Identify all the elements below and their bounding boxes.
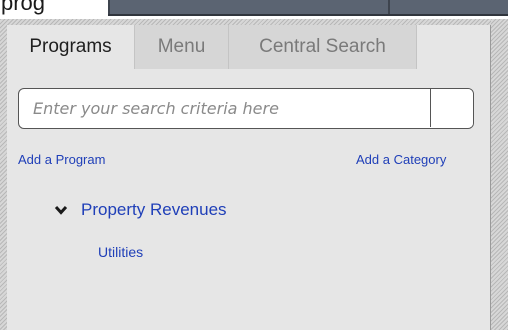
chevron-down-icon[interactable] bbox=[54, 204, 68, 216]
tree-child-utilities[interactable]: Utilities bbox=[98, 244, 143, 260]
programs-panel: Programs Menu Central Search Add a Progr… bbox=[7, 25, 490, 330]
frame-hatch-left bbox=[0, 19, 7, 330]
top-strip: prog bbox=[0, 0, 508, 19]
add-category-link[interactable]: Add a Category bbox=[356, 152, 446, 167]
add-program-link[interactable]: Add a Program bbox=[18, 152, 105, 167]
tab-strip-filler bbox=[417, 25, 490, 69]
splitter-handle[interactable] bbox=[491, 19, 508, 330]
top-nav-separator bbox=[388, 0, 390, 14]
search-button[interactable] bbox=[430, 89, 473, 127]
header-cut-text: prog bbox=[1, 0, 46, 15]
tab-menu[interactable]: Menu bbox=[135, 25, 229, 69]
tab-central-search[interactable]: Central Search bbox=[229, 25, 417, 69]
frame-right-edge bbox=[490, 25, 491, 330]
panel-tabs: Programs Menu Central Search bbox=[7, 25, 490, 69]
search-input[interactable] bbox=[19, 89, 430, 127]
tree-node-label: Property Revenues bbox=[81, 200, 227, 219]
tab-programs[interactable]: Programs bbox=[7, 25, 135, 69]
top-nav-separator bbox=[108, 0, 110, 14]
search-box bbox=[18, 88, 474, 129]
top-nav-bar-edge bbox=[108, 14, 508, 16]
top-nav-bar bbox=[108, 0, 508, 14]
